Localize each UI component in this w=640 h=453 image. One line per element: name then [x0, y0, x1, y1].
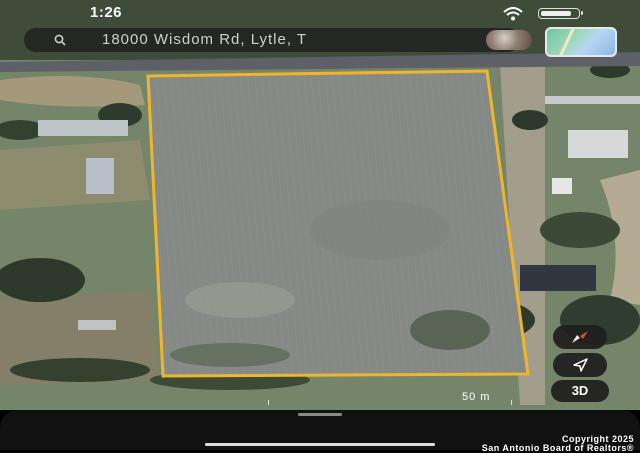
search-icon: [54, 34, 66, 46]
copyright-notice: Copyright 2025 San Antonio Board of Real…: [482, 435, 634, 453]
my-location-button[interactable]: [553, 353, 607, 377]
wifi-icon: [503, 7, 523, 21]
satellite-map[interactable]: [0, 0, 640, 410]
building: [552, 178, 572, 194]
3d-view-button[interactable]: 3D: [551, 380, 609, 402]
account-avatar[interactable]: [486, 30, 532, 50]
home-indicator: [205, 443, 435, 446]
satellite-imagery: [0, 0, 640, 410]
status-bar: 1:26: [0, 0, 640, 28]
building: [38, 120, 128, 136]
map-type-thumbnail[interactable]: [545, 27, 617, 57]
building: [568, 130, 628, 158]
building: [86, 158, 114, 194]
building: [520, 265, 596, 291]
sheet-drag-handle[interactable]: [298, 413, 342, 416]
building: [545, 96, 640, 104]
building: [78, 320, 116, 330]
battery-icon: [538, 8, 583, 19]
copyright-line-2: San Antonio Board of Realtors®: [481, 443, 634, 453]
bottom-sheet[interactable]: Copyright 2025 San Antonio Board of Real…: [0, 410, 640, 453]
status-time: 1:26: [90, 4, 123, 21]
compass-button[interactable]: [553, 325, 607, 349]
search-query[interactable]: 18000 Wisdom Rd, Lytle, T: [102, 31, 464, 49]
compass-icon: [572, 331, 588, 343]
location-arrow-icon: [573, 358, 588, 372]
search-bar[interactable]: 18000 Wisdom Rd, Lytle, T: [24, 28, 532, 52]
scale-bar: [268, 400, 512, 405]
